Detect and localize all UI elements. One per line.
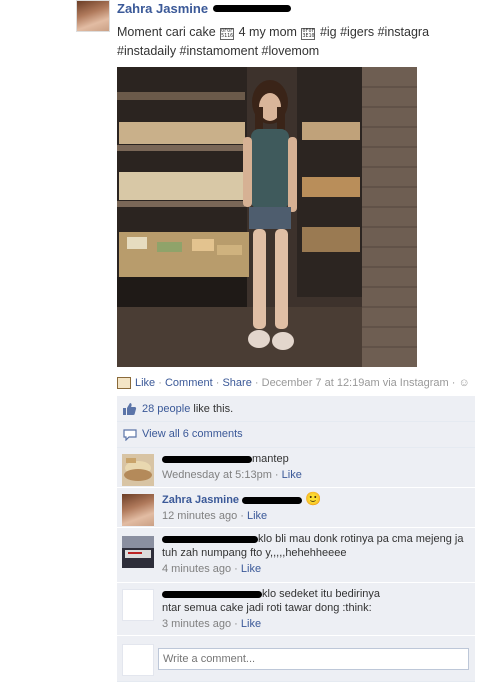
comment-item: klo sedeket itu bedirinya ntar semua cak… [117, 583, 475, 636]
likes-text: 28 people like this. [142, 403, 233, 415]
comment-time[interactable]: Wednesday at 5:13pm [162, 469, 272, 481]
feed-post: Zahra Jasmine Moment cari cake 0F0F 5116 … [0, 0, 480, 686]
view-all-comments-link[interactable]: View all 6 comments [142, 428, 243, 440]
comment-link[interactable]: Comment [165, 377, 213, 389]
comment-time[interactable]: 3 minutes ago [162, 618, 231, 630]
comment-text: mantep [252, 453, 289, 465]
comment-meta: 3 minutes ago · Like [162, 618, 262, 630]
missing-glyph-icon: 0F0F 5116 [220, 28, 235, 40]
redacted-commenter-name[interactable] [162, 455, 252, 463]
missing-glyph-code: 5116 [221, 33, 234, 39]
comment-like-link[interactable]: Like [247, 510, 267, 522]
comment-item: klo bli mau donk rotinya pa cma mejeng j… [117, 528, 475, 583]
post-actions-bar: Like · Comment · Share · December 7 at 1… [117, 377, 477, 393]
comment-body: mantep Wednesday at 5:13pm · Like [162, 452, 467, 482]
missing-glyph-code: 3E10 [302, 33, 315, 39]
author-name-link[interactable]: Zahra Jasmine [117, 1, 208, 16]
comment-like-link[interactable]: Like [241, 618, 261, 630]
commenter-avatar[interactable] [122, 589, 154, 621]
likes-summary-row: 28 people like this. [117, 396, 475, 422]
comment-item: mantep Wednesday at 5:13pm · Like [117, 448, 475, 488]
comment-time[interactable]: 4 minutes ago [162, 563, 231, 575]
likes-suffix: like this. [190, 403, 234, 415]
comment-body: klo sedeket itu bedirinya ntar semua cak… [162, 587, 467, 631]
view-all-comments-row[interactable]: View all 6 comments [117, 422, 475, 448]
redacted-commenter-name[interactable] [162, 535, 258, 543]
like-link[interactable]: Like [135, 377, 155, 389]
smiley-emoticon-icon: 🙂 [305, 491, 322, 506]
share-link[interactable]: Share [222, 377, 251, 389]
separator: · [158, 377, 162, 390]
comment-body: klo bli mau donk rotinya pa cma mejeng j… [162, 532, 467, 576]
viewer-avatar [122, 644, 154, 676]
commenter-avatar[interactable] [122, 454, 154, 486]
post-hashtags: #ig #igers #instagra [319, 25, 430, 39]
write-comment-input[interactable] [158, 648, 469, 670]
comment-bubble-icon [123, 429, 137, 441]
photo-illustration [117, 67, 417, 367]
post-text-part: 4 my mom [238, 25, 297, 39]
redacted-commenter-name[interactable] [162, 590, 262, 598]
comment-text: ntar semua cake jadi roti tawar dong :th… [162, 602, 372, 614]
post-timestamp[interactable]: December 7 at 12:19am via Instagram [262, 377, 449, 389]
audience-icon[interactable]: ☺ [459, 377, 470, 389]
commenter-name-link[interactable]: Zahra Jasmine [162, 494, 239, 506]
separator: · [215, 377, 220, 390]
separator: · [254, 377, 259, 390]
comments-panel: 28 people like this. View all 6 comments… [117, 396, 475, 682]
comment-time[interactable]: 12 minutes ago [162, 510, 237, 522]
post-message: Moment cari cake 0F0F 5116 4 my mom 0F0F 3… [117, 23, 480, 61]
comment-item: Zahra Jasmine 🙂 12 minutes ago · Like [117, 488, 475, 528]
comment-like-link[interactable]: Like [282, 469, 302, 481]
instagram-app-icon [117, 377, 131, 390]
comment-meta: Wednesday at 5:13pm · Like [162, 469, 302, 481]
post-message-line-2: #instadaily #instamoment #lovemom [117, 44, 320, 58]
separator: · [451, 377, 456, 390]
redacted-commenter-surname [242, 496, 303, 504]
commenter-avatar[interactable] [122, 536, 154, 568]
redacted-author-surname [213, 5, 291, 12]
author-avatar[interactable] [76, 0, 110, 32]
post-photo[interactable] [117, 67, 417, 367]
thumbs-up-icon [123, 403, 137, 415]
comment-text: klo sedeket itu bedirinya [262, 588, 381, 600]
comment-text: klo bli mau donk rotinya pa cma mejeng j… [258, 533, 464, 545]
comment-meta: 4 minutes ago · Like [162, 563, 262, 575]
comment-meta: 12 minutes ago · Like [162, 510, 268, 522]
comment-like-link[interactable]: Like [241, 563, 261, 575]
comment-body: Zahra Jasmine 🙂 12 minutes ago · Like [162, 492, 467, 523]
write-comment-row [117, 636, 475, 682]
likers-link[interactable]: 28 people [142, 403, 190, 415]
commenter-avatar[interactable] [122, 494, 154, 526]
comment-text: tuh zah numpang fto y,,,,,hehehheeee [162, 547, 347, 559]
missing-glyph-icon: 0F0F 3E10 [301, 28, 316, 40]
post-message-line-1: Moment cari cake 0F0F 5116 4 my mom 0F0F 3… [117, 23, 480, 42]
post-text-part: Moment cari cake [117, 25, 216, 39]
